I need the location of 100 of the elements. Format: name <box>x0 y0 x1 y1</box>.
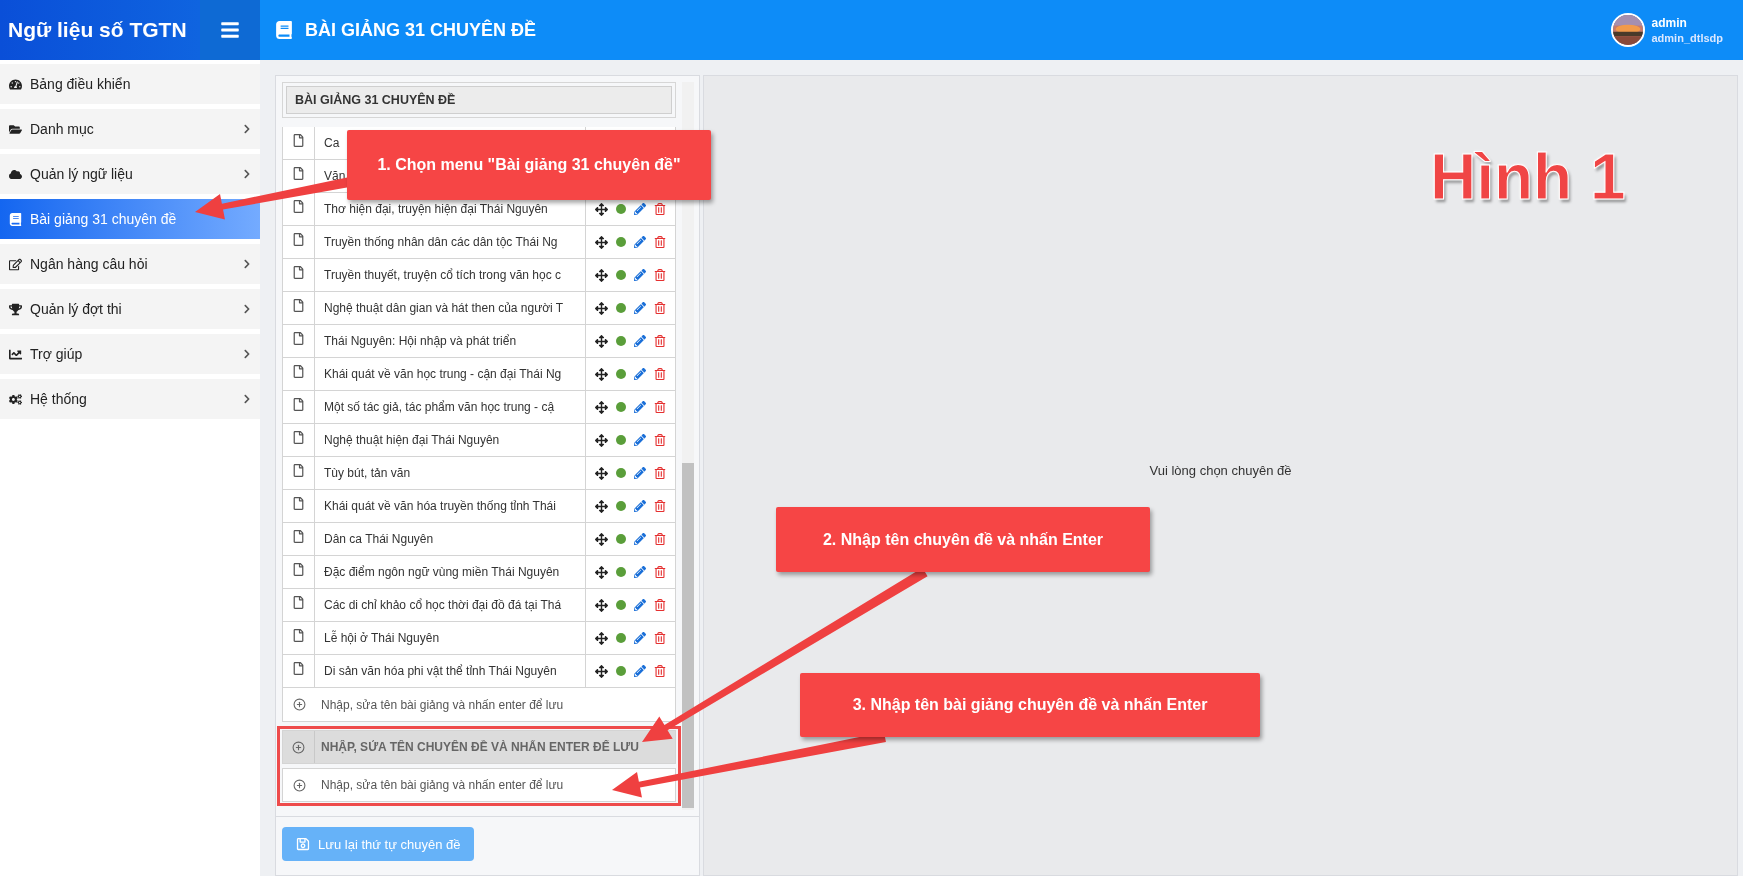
figure-label: Hình 1 <box>1430 140 1626 214</box>
edit-icon[interactable] <box>634 632 646 644</box>
delete-icon[interactable] <box>654 500 666 512</box>
status-dot-icon[interactable] <box>616 237 626 247</box>
move-icon[interactable] <box>595 433 608 447</box>
add-icon <box>292 778 306 792</box>
user-name: admin <box>1651 16 1688 30</box>
file-icon <box>292 629 305 642</box>
edit-icon[interactable] <box>634 401 646 413</box>
edit-icon[interactable] <box>634 203 646 215</box>
lecture-title[interactable]: Văn <box>324 169 346 183</box>
delete-icon[interactable] <box>654 335 666 347</box>
delete-icon[interactable] <box>654 632 666 644</box>
file-icon <box>292 233 305 246</box>
move-icon[interactable] <box>595 499 608 513</box>
edit-icon[interactable] <box>634 665 646 677</box>
status-dot-icon[interactable] <box>616 468 626 478</box>
nav-item[interactable]: Quản lý ngữ liệu <box>0 154 260 194</box>
move-icon[interactable] <box>595 565 608 579</box>
edit-icon[interactable] <box>634 500 646 512</box>
status-dot-icon[interactable] <box>616 600 626 610</box>
move-icon[interactable] <box>595 466 608 480</box>
folder-icon <box>9 122 22 136</box>
lecture-title[interactable]: Tùy bút, tản văn <box>324 466 411 480</box>
status-dot-icon[interactable] <box>616 567 626 577</box>
nav-item[interactable]: Ngân hàng câu hỏi <box>0 244 260 284</box>
edit-icon[interactable] <box>634 302 646 314</box>
file-icon <box>292 563 305 576</box>
menu-icon <box>220 20 240 40</box>
file-icon <box>292 365 305 378</box>
lecture-title[interactable]: Nghệ thuật hiện đại Thái Nguyên <box>324 433 500 447</box>
delete-icon[interactable] <box>654 566 666 578</box>
nav-item[interactable]: Bài giảng 31 chuyên đề <box>0 199 260 239</box>
move-icon[interactable] <box>595 334 608 348</box>
edit-icon[interactable] <box>634 467 646 479</box>
delete-icon[interactable] <box>654 599 666 611</box>
status-dot-icon[interactable] <box>616 270 626 280</box>
file-icon <box>292 134 305 147</box>
brand-title[interactable]: Ngữ liệu số TGTN <box>0 0 200 60</box>
status-dot-icon[interactable] <box>616 369 626 379</box>
lecture-title[interactable]: Dân ca Thái Nguyên <box>324 532 434 546</box>
add-icon <box>292 698 306 711</box>
edit-icon[interactable] <box>634 368 646 380</box>
status-dot-icon[interactable] <box>616 633 626 643</box>
status-dot-icon[interactable] <box>616 666 626 676</box>
status-dot-icon[interactable] <box>616 402 626 412</box>
delete-icon[interactable] <box>654 236 666 248</box>
edit-icon[interactable] <box>634 236 646 248</box>
delete-icon[interactable] <box>654 467 666 479</box>
edit-icon[interactable] <box>634 269 646 281</box>
callout: 2. Nhập tên chuyên đề và nhấn Enter <box>776 507 1150 572</box>
cloud-icon <box>9 167 22 181</box>
move-icon[interactable] <box>595 532 608 546</box>
status-dot-icon[interactable] <box>616 501 626 511</box>
callout: 3. Nhập tên bài giảng chuyên đề và nhấn Enter <box>800 673 1260 737</box>
file-icon <box>292 332 305 345</box>
delete-icon[interactable] <box>654 533 666 545</box>
dashboard-icon <box>9 77 22 91</box>
delete-icon[interactable] <box>654 434 666 446</box>
move-icon[interactable] <box>595 664 608 678</box>
delete-icon[interactable] <box>654 401 666 413</box>
status-dot-icon[interactable] <box>616 534 626 544</box>
delete-icon[interactable] <box>654 269 666 281</box>
user-id: admin_dtlsdp <box>1651 32 1723 44</box>
move-icon[interactable] <box>595 631 608 645</box>
status-dot-icon[interactable] <box>616 435 626 445</box>
menu-button[interactable] <box>200 0 260 60</box>
status-dot-icon[interactable] <box>616 336 626 346</box>
book-icon <box>9 212 22 226</box>
edit-icon[interactable] <box>634 599 646 611</box>
nav-item[interactable]: Quản lý đợt thi <box>0 289 260 329</box>
move-icon[interactable] <box>595 367 608 381</box>
nav-item[interactable]: Hệ thống <box>0 379 260 419</box>
move-icon[interactable] <box>595 235 608 249</box>
delete-icon[interactable] <box>654 368 666 380</box>
move-icon[interactable] <box>595 301 608 315</box>
nav-item[interactable]: Danh mục <box>0 109 260 149</box>
move-icon[interactable] <box>595 202 608 216</box>
file-icon <box>292 497 305 510</box>
lecture-title[interactable]: Ca <box>324 136 340 150</box>
edit-icon[interactable] <box>634 434 646 446</box>
delete-icon[interactable] <box>654 203 666 215</box>
move-icon[interactable] <box>595 268 608 282</box>
file-icon <box>292 530 305 543</box>
status-dot-icon[interactable] <box>616 204 626 214</box>
delete-icon[interactable] <box>654 302 666 314</box>
status-dot-icon[interactable] <box>616 303 626 313</box>
edit-icon <box>9 257 22 271</box>
move-icon[interactable] <box>595 400 608 414</box>
edit-icon[interactable] <box>634 566 646 578</box>
lecture-title[interactable]: Lễ hội ở Thái Nguyên <box>324 631 440 645</box>
edit-icon[interactable] <box>634 335 646 347</box>
file-icon <box>292 464 305 477</box>
file-icon <box>292 167 305 180</box>
edit-icon[interactable] <box>634 533 646 545</box>
delete-icon[interactable] <box>654 665 666 677</box>
nav-item[interactable]: Trợ giúp <box>0 334 260 374</box>
nav-item[interactable]: Bảng điều khiển <box>0 64 260 104</box>
line-chart-icon <box>9 347 22 361</box>
move-icon[interactable] <box>595 598 608 612</box>
